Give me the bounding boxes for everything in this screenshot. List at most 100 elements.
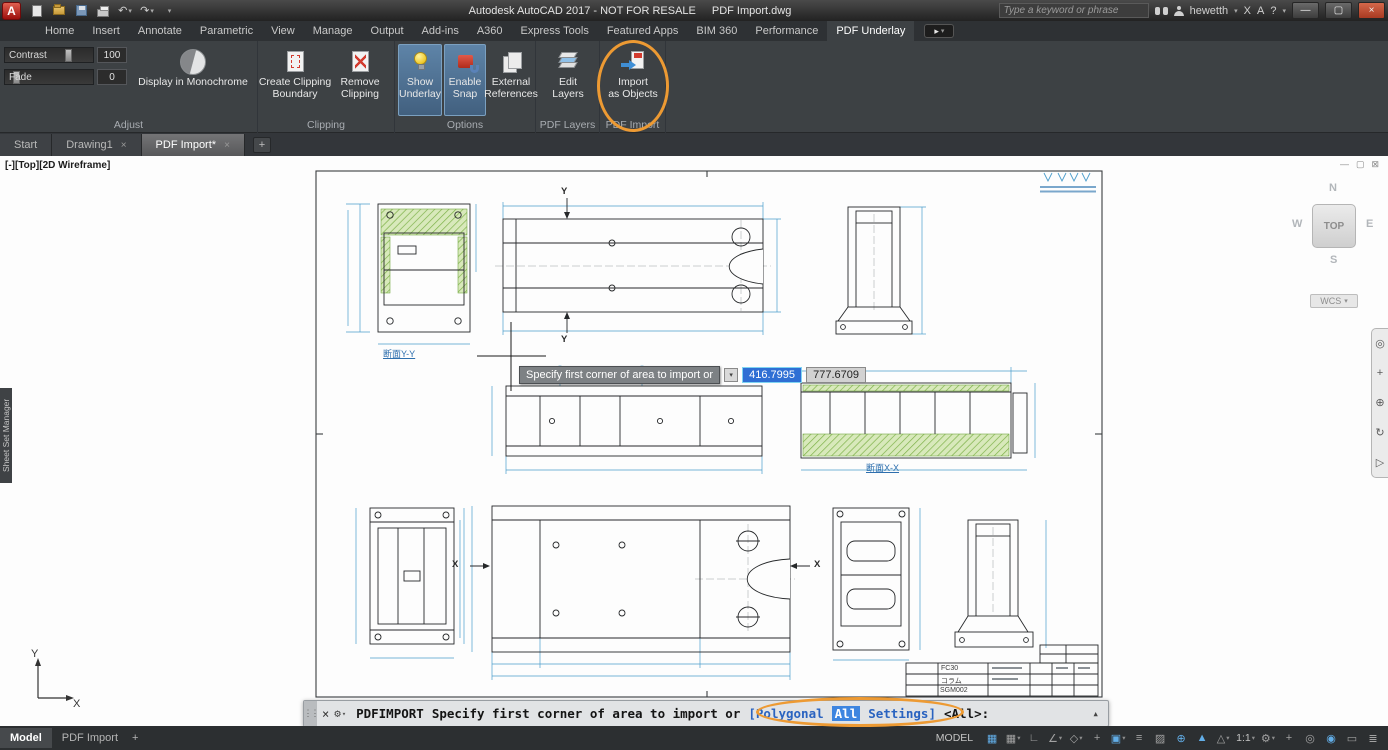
save-button[interactable]	[71, 2, 91, 19]
panel-label-adjust[interactable]: Adjust	[0, 119, 257, 131]
dynamic-input-y-field[interactable]: 777.6709	[806, 367, 866, 383]
isometric-drafting-icon[interactable]: ◇▾	[1066, 729, 1086, 748]
tab-a360[interactable]: A360	[468, 21, 512, 41]
option-settings[interactable]: Settings	[868, 706, 928, 721]
snap-mode-icon[interactable]: ▦▾	[1003, 729, 1023, 748]
autoscale-icon[interactable]: △▾	[1213, 729, 1233, 748]
viewcube-south[interactable]: S	[1330, 254, 1337, 266]
a360-icon[interactable]: A	[1257, 5, 1264, 17]
annotation-monitor-icon[interactable]: +	[1279, 729, 1299, 748]
annotation-scale-control[interactable]: 1:1▾	[1234, 729, 1257, 748]
fade-slider[interactable]: Fade	[4, 69, 94, 85]
clean-screen-icon[interactable]: ▭	[1342, 729, 1362, 748]
navigation-wheel-icon[interactable]: ◎	[1375, 337, 1385, 350]
create-clipping-boundary-button[interactable]: Create Clipping Boundary	[262, 44, 328, 116]
lineweight-icon[interactable]: ≡	[1129, 729, 1149, 748]
panel-label-options[interactable]: Options	[395, 119, 535, 131]
layout-tab-pdf-import[interactable]: PDF Import	[52, 728, 128, 748]
command-line-grip[interactable]: ⋮⋮	[304, 701, 317, 726]
search-input[interactable]	[999, 3, 1149, 18]
minimize-drawing-icon[interactable]: —	[1340, 159, 1349, 170]
signed-in-username[interactable]: hewetth	[1190, 5, 1229, 17]
viewcube-top-face[interactable]: TOP	[1312, 204, 1356, 248]
external-references-button[interactable]: External References	[488, 44, 534, 116]
new-layout-button[interactable]: +	[132, 732, 138, 744]
redo-button[interactable]: ↷▾	[137, 2, 157, 19]
open-file-button[interactable]	[49, 2, 69, 19]
customization-menu-icon[interactable]: ≣	[1363, 729, 1383, 748]
panel-label-clipping[interactable]: Clipping	[258, 119, 394, 131]
transparency-icon[interactable]: ▨	[1150, 729, 1170, 748]
command-line-customize-button[interactable]: ⚙ ▾	[334, 707, 346, 720]
display-in-monochrome-button[interactable]: Display in Monochrome	[130, 44, 256, 116]
ortho-icon[interactable]: ∟	[1024, 729, 1044, 748]
import-as-objects-button[interactable]: Import as Objects	[604, 44, 662, 116]
remove-clipping-button[interactable]: Remove Clipping	[330, 44, 390, 116]
command-prompt-text[interactable]: PDFIMPORT Specify first corner of area t…	[356, 706, 989, 721]
new-file-button[interactable]	[27, 2, 47, 19]
minimize-window-button[interactable]: —	[1292, 2, 1319, 19]
help-icon[interactable]: ?	[1270, 5, 1276, 17]
option-polygonal[interactable]: Polygonal	[756, 706, 824, 721]
contrast-slider[interactable]: Contrast	[4, 47, 94, 63]
close-tab-icon[interactable]: ×	[121, 140, 127, 151]
wcs-dropdown[interactable]: WCS ▾	[1310, 294, 1358, 308]
panel-label-pdf-import[interactable]: PDF Import	[600, 119, 665, 131]
tab-bim-360[interactable]: BIM 360	[687, 21, 746, 41]
qat-customize-button[interactable]: ▾	[159, 2, 179, 19]
tab-insert[interactable]: Insert	[83, 21, 129, 41]
chevron-down-icon[interactable]: ▾	[1282, 7, 1286, 15]
tab-manage[interactable]: Manage	[304, 21, 362, 41]
panel-label-pdf-layers[interactable]: PDF Layers	[536, 119, 599, 131]
tab-view[interactable]: View	[262, 21, 304, 41]
tab-output[interactable]: Output	[362, 21, 413, 41]
contrast-slider-thumb[interactable]	[65, 49, 72, 62]
close-command-line-icon[interactable]: ×	[322, 707, 329, 721]
graphics-performance-icon[interactable]: ◉	[1321, 729, 1341, 748]
workspace-switching-icon[interactable]: ⚙▾	[1258, 729, 1278, 748]
tab-featured-apps[interactable]: Featured Apps	[598, 21, 688, 41]
object-snap-icon[interactable]: ▣▾	[1108, 729, 1128, 748]
tab-performance[interactable]: Performance	[746, 21, 827, 41]
show-underlay-button[interactable]: Show Underlay	[398, 44, 442, 116]
model-space-indicator[interactable]: MODEL	[936, 732, 973, 744]
show-motion-icon[interactable]: ▷	[1376, 456, 1384, 469]
close-drawing-icon[interactable]: ⊠	[1372, 159, 1380, 170]
undo-button[interactable]: ↶▾	[115, 2, 135, 19]
search-binoculars-icon[interactable]	[1155, 7, 1168, 15]
chevron-down-icon[interactable]: ▾	[1234, 7, 1238, 15]
isolate-objects-icon[interactable]: ◎	[1300, 729, 1320, 748]
viewport-controls[interactable]: [-][Top][2D Wireframe]	[5, 160, 110, 171]
new-drawing-tab-button[interactable]: +	[253, 137, 271, 153]
tab-add-ins[interactable]: Add-ins	[413, 21, 468, 41]
exchange-apps-icon[interactable]: X	[1244, 5, 1251, 17]
tab-parametric[interactable]: Parametric	[191, 21, 262, 41]
file-tab-start[interactable]: Start	[0, 134, 52, 156]
dynamic-input-x-field[interactable]: 416.7995	[742, 367, 802, 383]
command-line-dock[interactable]: ⋮⋮ × ⚙ ▾ PDFIMPORT Specify first corner …	[303, 700, 1109, 727]
dynamic-input-icon[interactable]: ⊕	[1171, 729, 1191, 748]
tab-home[interactable]: Home	[36, 21, 83, 41]
pan-icon[interactable]: +	[1377, 367, 1383, 379]
polar-tracking-icon[interactable]: ∠▾	[1045, 729, 1065, 748]
file-tab-pdf-import[interactable]: PDF Import*×	[142, 134, 245, 156]
tab-express-tools[interactable]: Express Tools	[512, 21, 598, 41]
close-window-button[interactable]: ×	[1358, 2, 1385, 19]
grid-icon[interactable]: ▦	[982, 729, 1002, 748]
viewcube-west[interactable]: W	[1292, 218, 1302, 230]
orbit-icon[interactable]: ↻	[1375, 426, 1384, 439]
object-snap-tracking-icon[interactable]: +	[1087, 729, 1107, 748]
recent-commands-icon[interactable]: ▴	[1092, 707, 1108, 720]
sheet-set-manager-tab[interactable]: Sheet Set Manager	[0, 388, 12, 483]
maximize-window-button[interactable]: ▢	[1325, 2, 1352, 19]
contrast-value[interactable]: 100	[97, 47, 127, 63]
application-menu-button[interactable]: A	[2, 2, 21, 20]
viewcube[interactable]: N W E S TOP WCS ▾	[1286, 180, 1382, 310]
viewcube-east[interactable]: E	[1366, 218, 1373, 230]
file-tab-drawing1[interactable]: Drawing1×	[52, 134, 141, 156]
cad-drawing[interactable]	[0, 156, 1388, 726]
tab-annotate[interactable]: Annotate	[129, 21, 191, 41]
edit-layers-button[interactable]: Edit Layers	[540, 44, 596, 116]
viewcube-north[interactable]: N	[1329, 182, 1337, 194]
fade-value[interactable]: 0	[97, 69, 127, 85]
